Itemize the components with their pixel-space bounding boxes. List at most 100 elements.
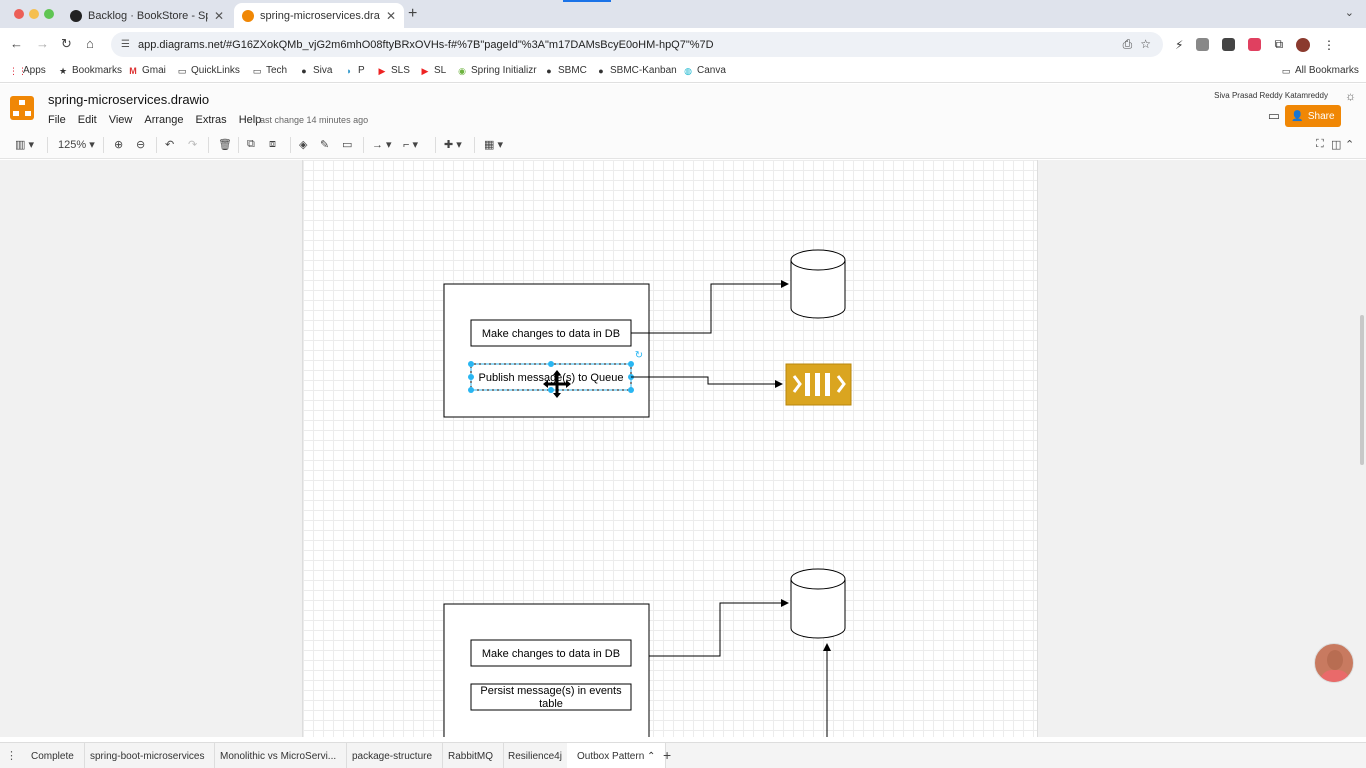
browser-tab-drawio[interactable]: spring-microservices.drawio ✕ bbox=[234, 3, 404, 28]
document-title[interactable]: spring-microservices.drawio bbox=[48, 92, 209, 107]
pocket-icon[interactable] bbox=[1248, 38, 1262, 51]
bookmark-sbmc-kanban[interactable]: ● SBMC-Kanban bbox=[596, 65, 676, 76]
page-tab-label: Resilience4j bbox=[508, 750, 562, 762]
bookmark-tech[interactable]: ▭ Tech bbox=[252, 65, 287, 76]
url-field[interactable]: ☰ app.diagrams.net/#G16ZXokQMb_vjG2m6mhO… bbox=[111, 32, 1163, 57]
page-tab-complete[interactable]: Complete bbox=[21, 743, 85, 768]
resize-handle[interactable] bbox=[628, 387, 634, 393]
pages-menu-icon[interactable]: ⋮ bbox=[6, 749, 17, 762]
site-settings-icon[interactable]: ☰ bbox=[121, 39, 130, 50]
collapse-icon[interactable]: ⌃ bbox=[1345, 138, 1354, 151]
theme-icon[interactable]: ☼ bbox=[1345, 89, 1356, 103]
shadow-icon[interactable]: ▭ bbox=[342, 138, 352, 151]
page-tab-monolithic[interactable]: Monolithic vs MicroServi... bbox=[210, 743, 348, 768]
browser-tab-backlog[interactable]: Backlog · BookStore - Spring ✕ bbox=[62, 3, 232, 28]
minimize-window-button[interactable] bbox=[29, 9, 39, 19]
menu-file[interactable]: File bbox=[48, 114, 66, 126]
home-icon[interactable]: ⌂ bbox=[86, 36, 94, 51]
table-icon[interactable]: ▦ ▾ bbox=[484, 138, 503, 151]
persist-events-label-line2: table bbox=[539, 698, 563, 710]
menu-extras[interactable]: Extras bbox=[196, 114, 227, 126]
extensions-puzzle-icon[interactable]: ⧉ bbox=[1274, 37, 1283, 52]
fill-color-icon[interactable]: ◈ bbox=[299, 138, 307, 151]
tab-search-button[interactable]: ⌄ bbox=[1345, 6, 1354, 19]
zoom-out-icon[interactable]: ⊖ bbox=[136, 138, 145, 151]
fullscreen-icon[interactable]: ⛶ bbox=[1316, 138, 1324, 151]
bookmark-quicklinks[interactable]: ▭ QuickLinks bbox=[177, 65, 240, 76]
user-name[interactable]: Siva Prasad Reddy Katamreddy bbox=[1214, 91, 1328, 100]
page-tab-package-structure[interactable]: package-structure bbox=[342, 743, 444, 768]
extension-icon[interactable] bbox=[1196, 38, 1210, 51]
bookmark-siva[interactable]: ● Siva bbox=[299, 65, 332, 76]
menu-arrange[interactable]: Arrange bbox=[144, 114, 183, 126]
diagram-canvas[interactable]: Make changes to data in DB Publish messa… bbox=[0, 160, 1366, 737]
bookmark-sl[interactable]: ▶ SL bbox=[420, 65, 447, 76]
page-tab-outbox-pattern[interactable]: Outbox Pattern ⌃ bbox=[567, 743, 667, 768]
menu-view[interactable]: View bbox=[109, 114, 133, 126]
delete-icon[interactable]: 🗑 bbox=[218, 138, 232, 151]
format-panel-icon[interactable]: ▥ ▾ bbox=[15, 138, 34, 151]
comment-icon[interactable]: ▭ bbox=[1268, 108, 1280, 124]
bookmark-star-icon[interactable]: ☆ bbox=[1140, 37, 1151, 52]
maximize-window-button[interactable] bbox=[44, 9, 54, 19]
connector-to-database[interactable] bbox=[631, 280, 789, 334]
to-front-icon[interactable]: ⧉ bbox=[247, 138, 255, 151]
resize-handle[interactable] bbox=[468, 361, 474, 367]
redo-icon[interactable]: ↷ bbox=[188, 138, 197, 151]
connection-icon[interactable]: → ▾ bbox=[372, 138, 392, 151]
new-tab-button[interactable]: + bbox=[408, 5, 417, 23]
extension-icon[interactable] bbox=[1222, 38, 1236, 51]
menu-edit[interactable]: Edit bbox=[78, 114, 97, 126]
close-window-button[interactable] bbox=[14, 9, 24, 19]
service-container[interactable] bbox=[443, 283, 650, 418]
connector-to-queue[interactable] bbox=[631, 376, 783, 388]
resize-handle[interactable] bbox=[468, 387, 474, 393]
install-app-icon[interactable]: ⎙ bbox=[1123, 37, 1133, 52]
split-panel-icon[interactable]: ◫ bbox=[1331, 138, 1341, 151]
zoom-select[interactable]: 125% ▾ bbox=[58, 138, 95, 151]
bookmark-all[interactable]: ▭ All Bookmarks bbox=[1281, 65, 1359, 76]
close-icon[interactable]: ✕ bbox=[214, 9, 224, 23]
bookmark-spring-initializr[interactable]: ◉ Spring Initializr bbox=[457, 65, 537, 76]
resize-handle[interactable] bbox=[548, 361, 554, 367]
database-cylinder-top[interactable] bbox=[790, 249, 846, 319]
bookmark-canva[interactable]: ◍ Canva bbox=[683, 65, 726, 76]
page-tab-resilience4j[interactable]: Resilience4j bbox=[498, 743, 573, 768]
bookmark-apps[interactable]: ⋮⋮ Apps bbox=[9, 65, 46, 76]
message-queue-icon[interactable] bbox=[785, 363, 852, 406]
share-button[interactable]: 👤 Share bbox=[1285, 105, 1341, 127]
bookmark-sbmc[interactable]: ● SBMC bbox=[544, 65, 587, 76]
bookmark-bookmarks[interactable]: ★ Bookmarks bbox=[58, 65, 122, 76]
bookmark-gmail[interactable]: M Gmai bbox=[128, 65, 166, 76]
extension-bolt-icon[interactable]: ⚡ bbox=[1175, 38, 1183, 52]
diagram-svg: Make changes to data in DB Publish messa… bbox=[443, 249, 852, 737]
chevron-up-icon[interactable]: ⌃ bbox=[647, 751, 655, 762]
rotate-handle-icon[interactable]: ↻ bbox=[635, 350, 643, 361]
forward-icon[interactable]: → bbox=[36, 36, 49, 51]
resize-handle[interactable] bbox=[468, 374, 474, 380]
page-tab-rabbitmq[interactable]: RabbitMQ bbox=[438, 743, 505, 768]
vertical-scrollbar[interactable] bbox=[1360, 315, 1364, 465]
waypoints-icon[interactable]: ⌐ ▾ bbox=[403, 138, 418, 151]
close-icon[interactable]: ✕ bbox=[386, 9, 396, 23]
resize-handle[interactable] bbox=[548, 387, 554, 393]
browser-menu-icon[interactable]: ⋮ bbox=[1323, 38, 1335, 52]
drawio-logo-icon[interactable] bbox=[10, 96, 34, 120]
reload-icon[interactable]: ↻ bbox=[61, 36, 72, 52]
profile-avatar[interactable] bbox=[1296, 37, 1311, 52]
undo-icon[interactable]: ↶ bbox=[165, 138, 174, 151]
page-tab-spring-boot-microservices[interactable]: spring-boot-microservices bbox=[80, 743, 216, 768]
line-color-icon[interactable]: ✎ bbox=[320, 138, 329, 151]
database-cylinder-bottom[interactable] bbox=[790, 568, 846, 639]
insert-icon[interactable]: ✚ ▾ bbox=[444, 138, 462, 151]
resize-handle[interactable] bbox=[628, 361, 634, 367]
back-icon[interactable]: ← bbox=[10, 36, 23, 51]
add-page-button[interactable]: + bbox=[663, 747, 671, 763]
bookmark-p[interactable]: ◗ P bbox=[344, 65, 364, 76]
bookmark-sls[interactable]: ▶ SLS bbox=[377, 65, 410, 76]
service-container-outbox[interactable] bbox=[443, 603, 650, 737]
last-change-status[interactable]: Last change 14 minutes ago bbox=[255, 115, 368, 125]
zoom-in-icon[interactable]: ⊕ bbox=[114, 138, 123, 151]
to-back-icon[interactable]: ⧈ bbox=[269, 138, 276, 151]
connector-to-database-outbox[interactable] bbox=[649, 599, 789, 657]
